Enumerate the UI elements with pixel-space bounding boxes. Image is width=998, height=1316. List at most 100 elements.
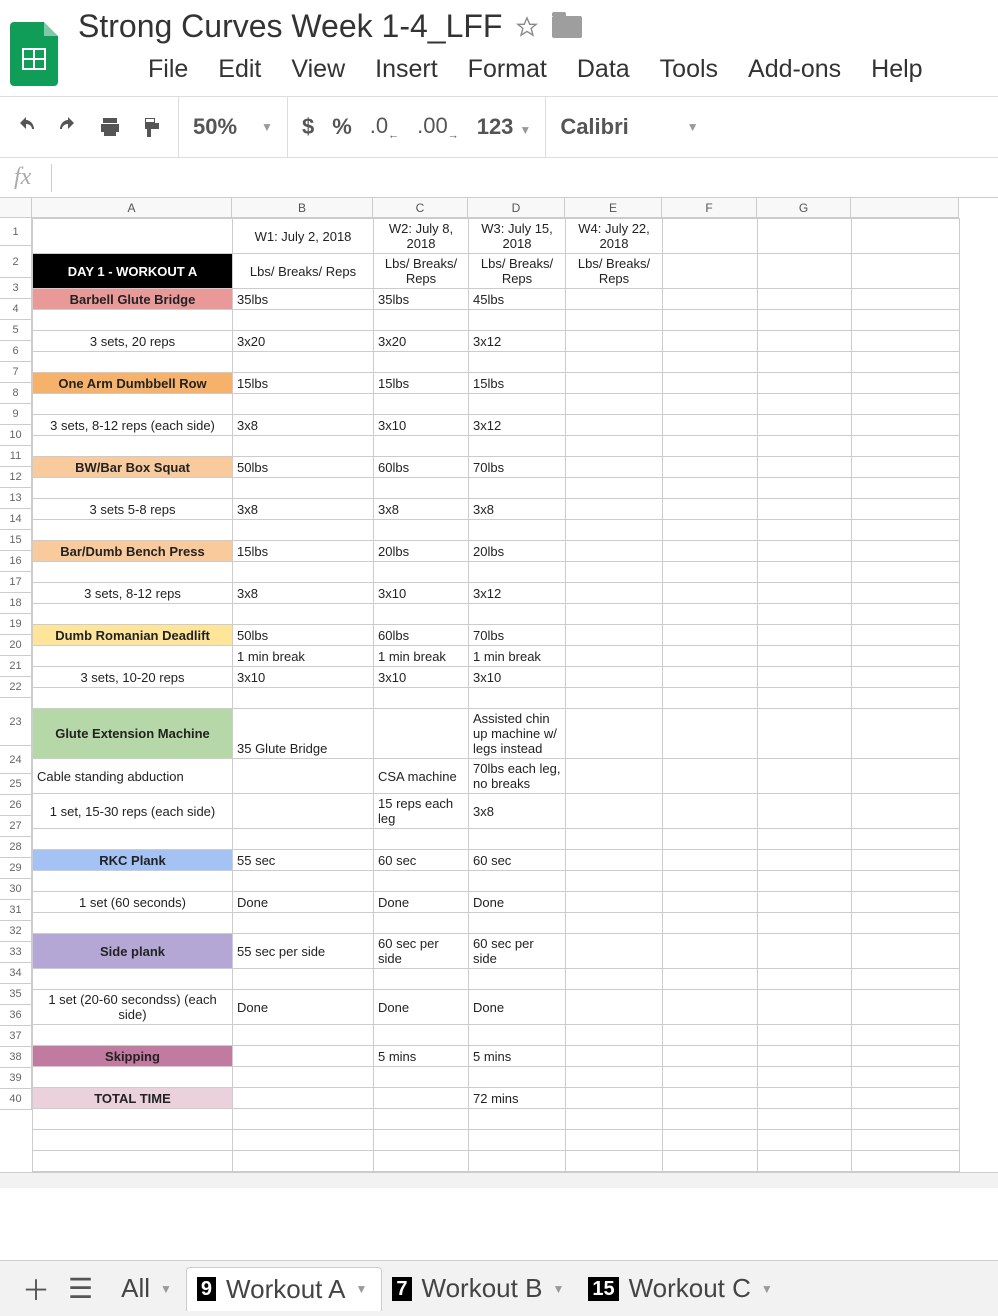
cell-G1[interactable] [758, 219, 852, 254]
cell-E13[interactable] [566, 499, 663, 520]
chevron-down-icon[interactable]: ▼ [761, 1282, 773, 1296]
cell-F8[interactable] [663, 394, 758, 415]
cell-A35[interactable]: Skipping [33, 1046, 233, 1067]
cell-11[interactable] [852, 457, 960, 478]
cell-F18[interactable] [663, 604, 758, 625]
row-header-6[interactable]: 6 [0, 341, 32, 362]
cell-1[interactable] [852, 219, 960, 254]
cell-G31[interactable] [758, 934, 852, 969]
cell-D17[interactable]: 3x12 [469, 583, 566, 604]
cell-D36[interactable] [469, 1067, 566, 1088]
row-header-26[interactable]: 26 [0, 795, 32, 816]
cell-F25[interactable] [663, 794, 758, 829]
cell-E19[interactable] [566, 625, 663, 646]
cell-B10[interactable] [233, 436, 374, 457]
cell-B1[interactable]: W1: July 2, 2018 [233, 219, 374, 254]
col-header-C[interactable]: C [373, 198, 468, 218]
cell-A36[interactable] [33, 1067, 233, 1088]
cell-E26[interactable] [566, 829, 663, 850]
cell-A13[interactable]: 3 sets 5-8 reps [33, 499, 233, 520]
cell-F4[interactable] [663, 310, 758, 331]
cell-F28[interactable] [663, 871, 758, 892]
cell-C29[interactable]: Done [374, 892, 469, 913]
cell-F2[interactable] [663, 254, 758, 289]
row-header-22[interactable]: 22 [0, 677, 32, 698]
row-header-3[interactable]: 3 [0, 278, 32, 299]
row-header-39[interactable]: 39 [0, 1068, 32, 1089]
cell-C40[interactable] [374, 1151, 469, 1172]
sheet-tab-workout-c[interactable]: 15Workout C▼ [578, 1267, 786, 1311]
cell-B31[interactable]: 55 sec per side [233, 934, 374, 969]
cell-B37[interactable] [233, 1088, 374, 1109]
cell-A30[interactable] [33, 913, 233, 934]
cell-D6[interactable] [469, 352, 566, 373]
cell-D29[interactable]: Done [469, 892, 566, 913]
row-header-37[interactable]: 37 [0, 1026, 32, 1047]
cell-B33[interactable]: Done [233, 990, 374, 1025]
cell-A38[interactable] [33, 1109, 233, 1130]
star-icon[interactable] [516, 16, 538, 38]
cell-B6[interactable] [233, 352, 374, 373]
menu-add-ons[interactable]: Add-ons [748, 55, 841, 84]
sheet-tab-all[interactable]: All▼ [111, 1267, 186, 1311]
cell-E30[interactable] [566, 913, 663, 934]
row-header-14[interactable]: 14 [0, 509, 32, 530]
menu-help[interactable]: Help [871, 55, 922, 84]
cell-A25[interactable]: 1 set, 15-30 reps (each side) [33, 794, 233, 829]
cell-F23[interactable] [663, 709, 758, 759]
cell-E40[interactable] [566, 1151, 663, 1172]
cell-14[interactable] [852, 520, 960, 541]
cell-7[interactable] [852, 373, 960, 394]
cell-E29[interactable] [566, 892, 663, 913]
cell-D8[interactable] [469, 394, 566, 415]
cell-A6[interactable] [33, 352, 233, 373]
cell-C35[interactable]: 5 mins [374, 1046, 469, 1067]
cell-F21[interactable] [663, 667, 758, 688]
cell-G6[interactable] [758, 352, 852, 373]
row-header-7[interactable]: 7 [0, 362, 32, 383]
cell-F36[interactable] [663, 1067, 758, 1088]
cell-18[interactable] [852, 604, 960, 625]
cell-C22[interactable] [374, 688, 469, 709]
cell-E5[interactable] [566, 331, 663, 352]
cell-C16[interactable] [374, 562, 469, 583]
row-header-5[interactable]: 5 [0, 320, 32, 341]
cell-D27[interactable]: 60 sec [469, 850, 566, 871]
cell-F27[interactable] [663, 850, 758, 871]
cell-D7[interactable]: 15lbs [469, 373, 566, 394]
cell-A18[interactable] [33, 604, 233, 625]
cell-G12[interactable] [758, 478, 852, 499]
cell-F22[interactable] [663, 688, 758, 709]
cell-G34[interactable] [758, 1025, 852, 1046]
cell-E8[interactable] [566, 394, 663, 415]
row-header-28[interactable]: 28 [0, 837, 32, 858]
cell-B36[interactable] [233, 1067, 374, 1088]
cell-C9[interactable]: 3x10 [374, 415, 469, 436]
cell-A3[interactable]: Barbell Glute Bridge [33, 289, 233, 310]
cell-E20[interactable] [566, 646, 663, 667]
cell-B39[interactable] [233, 1130, 374, 1151]
add-sheet-button[interactable]: ＋ [22, 1269, 50, 1309]
cell-A2[interactable]: DAY 1 - WORKOUT A [33, 254, 233, 289]
cell-D18[interactable] [469, 604, 566, 625]
cell-D32[interactable] [469, 969, 566, 990]
row-header-36[interactable]: 36 [0, 1005, 32, 1026]
cell-D3[interactable]: 45lbs [469, 289, 566, 310]
cell-C23[interactable] [374, 709, 469, 759]
cell-B13[interactable]: 3x8 [233, 499, 374, 520]
cell-F38[interactable] [663, 1109, 758, 1130]
column-headers[interactable]: ABCDEFG [32, 198, 959, 218]
row-header-24[interactable]: 24 [0, 746, 32, 774]
all-sheets-button[interactable]: ☰ [68, 1272, 93, 1305]
cell-F33[interactable] [663, 990, 758, 1025]
cell-F6[interactable] [663, 352, 758, 373]
cell-E38[interactable] [566, 1109, 663, 1130]
cell-D39[interactable] [469, 1130, 566, 1151]
cell-G17[interactable] [758, 583, 852, 604]
menu-format[interactable]: Format [468, 55, 547, 84]
cell-17[interactable] [852, 583, 960, 604]
cell-E6[interactable] [566, 352, 663, 373]
cell-A19[interactable]: Dumb Romanian Deadlift [33, 625, 233, 646]
cell-F11[interactable] [663, 457, 758, 478]
cell-D37[interactable]: 72 mins [469, 1088, 566, 1109]
